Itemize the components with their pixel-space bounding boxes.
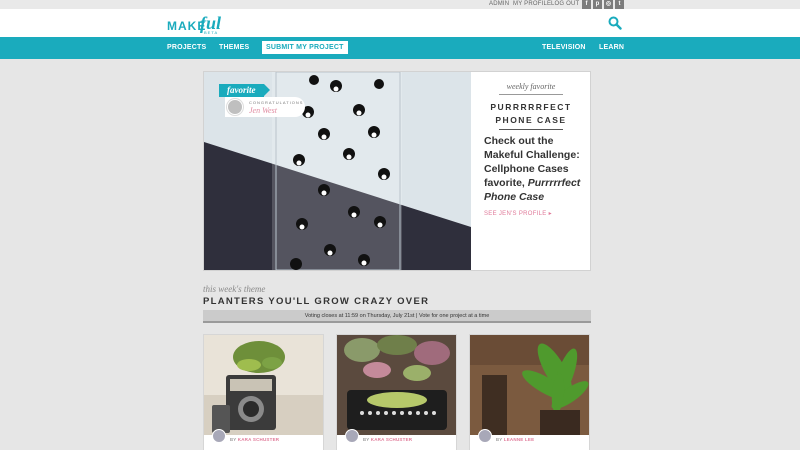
twitter-icon[interactable]: t	[615, 0, 624, 9]
project-photo	[470, 335, 589, 435]
logo-beta-text: BETA	[204, 30, 219, 35]
nav-projects[interactable]: PROJECTS	[167, 37, 206, 59]
congrats-badge: CONGRATULATIONS Jen West	[225, 97, 305, 117]
project-card[interactable]: BY LEANNE LEE	[469, 334, 590, 450]
nav-themes[interactable]: THEMES	[219, 37, 249, 59]
site-header: MAKE ful BETA	[0, 9, 800, 37]
feature-photo[interactable]: favorite CONGRATULATIONS Jen West	[204, 72, 471, 270]
project-photo	[337, 335, 456, 435]
arrow-right-icon: ▸	[548, 211, 552, 217]
author-name[interactable]: LEANNE LEE	[504, 437, 535, 442]
project-card[interactable]: BY KARA SCHUSTER	[203, 334, 324, 450]
nav-learn[interactable]: LEARN	[599, 37, 624, 59]
feature-description: Check out the Makeful Challenge: Cellpho…	[484, 135, 581, 203]
feature-title: PURRRRRFECT PHONE CASE	[490, 102, 572, 125]
theme-title: PLANTERS YOU'LL GROW CRAZY OVER	[203, 296, 430, 307]
author-text: BY KARA SCHUSTER	[230, 437, 280, 442]
theme-label: this week's theme	[203, 284, 266, 294]
nav-television[interactable]: TELEVISION	[542, 37, 586, 59]
weekly-favorite-label: weekly favorite	[506, 82, 556, 91]
project-photo	[204, 335, 323, 435]
author-name[interactable]: KARA SCHUSTER	[238, 437, 279, 442]
log-out-link[interactable]: LOG OUT	[551, 0, 579, 9]
divider	[499, 94, 563, 95]
divider	[499, 129, 563, 130]
author-name[interactable]: KARA SCHUSTER	[371, 437, 412, 442]
utility-bar: ADMIN MY PROFILE LOG OUT f p ◎ t	[0, 0, 800, 9]
see-profile-link[interactable]: SEE JEN'S PROFILE ▸	[484, 210, 552, 217]
main-nav: PROJECTS THEMES SUBMIT MY PROJECT TELEVI…	[0, 37, 800, 59]
submit-project-button[interactable]: SUBMIT MY PROJECT	[262, 41, 348, 54]
facebook-icon[interactable]: f	[582, 0, 591, 9]
search-icon[interactable]	[608, 16, 622, 30]
feature-details: weekly favorite PURRRRRFECT PHONE CASE C…	[471, 72, 591, 270]
author-avatar[interactable]	[478, 429, 492, 443]
winner-name: Jen West	[249, 106, 277, 115]
weekly-favorite-card: favorite CONGRATULATIONS Jen West weekly…	[203, 71, 591, 271]
winner-avatar	[227, 99, 243, 115]
instagram-icon[interactable]: ◎	[604, 0, 613, 9]
voting-info-bar: Voting closes at 11:59 on Thursday, July…	[203, 310, 591, 323]
author-avatar[interactable]	[345, 429, 359, 443]
admin-link[interactable]: ADMIN	[489, 0, 509, 9]
author-avatar[interactable]	[212, 429, 226, 443]
congrats-label: CONGRATULATIONS	[249, 100, 304, 105]
my-profile-link[interactable]: MY PROFILE	[513, 0, 551, 9]
pinterest-icon[interactable]: p	[593, 0, 602, 9]
author-text: BY KARA SCHUSTER	[363, 437, 413, 442]
author-text: BY LEANNE LEE	[496, 437, 535, 442]
favorite-ribbon: favorite	[219, 84, 269, 97]
project-card[interactable]: BY KARA SCHUSTER	[336, 334, 457, 450]
